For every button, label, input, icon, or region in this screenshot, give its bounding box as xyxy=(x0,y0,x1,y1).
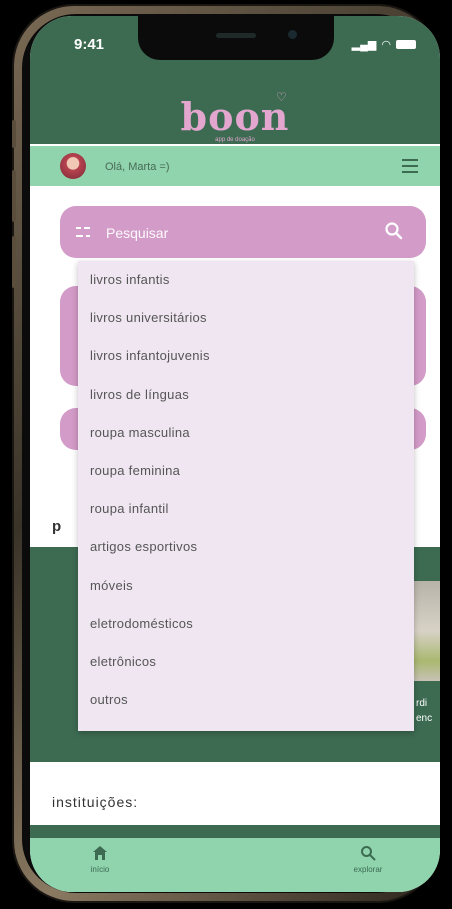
nav-explore[interactable]: explorar xyxy=(338,844,398,874)
suggestion-item[interactable]: roupa masculina xyxy=(78,414,414,452)
speaker xyxy=(216,33,256,38)
status-time: 9:41 xyxy=(74,36,105,53)
wifi-icon: ◠ xyxy=(381,39,391,51)
institutions-band xyxy=(30,825,440,838)
status-icons: ▂▄▆ ◠ xyxy=(352,38,416,51)
featured-photo-caption-1: rdi xyxy=(416,698,428,709)
institutions-title: instituições: xyxy=(52,794,139,810)
avatar[interactable] xyxy=(60,153,86,179)
side-button-mute xyxy=(12,120,16,148)
featured-photo-caption-2: enc xyxy=(416,713,433,724)
search-input[interactable] xyxy=(104,220,368,246)
battery-icon xyxy=(396,40,416,49)
search-suggestions-dropdown: livros infantis livros universitários li… xyxy=(78,261,414,731)
camera xyxy=(288,30,297,39)
suggestion-item[interactable]: eletrônicos xyxy=(78,643,414,681)
nav-home-label: início xyxy=(90,865,110,874)
section-title-partial: p xyxy=(52,518,62,535)
nav-home[interactable]: início xyxy=(70,844,130,874)
notch xyxy=(138,16,334,60)
suggestion-item[interactable]: outros xyxy=(78,681,414,719)
app-screen: 9:41 ▂▄▆ ◠ ♡ boon app de doação Olá, Mar… xyxy=(30,16,440,892)
featured-photo[interactable] xyxy=(414,581,440,681)
suggestion-item[interactable]: livros infantis xyxy=(78,261,414,299)
nav-explore-label: explorar xyxy=(353,865,383,874)
greeting-bar xyxy=(30,146,440,186)
suggestion-item[interactable]: artigos esportivos xyxy=(78,528,414,566)
greeting-text: Olá, Marta =) xyxy=(105,161,170,173)
suggestion-item[interactable]: livros universitários xyxy=(78,299,414,337)
suggestion-item[interactable]: livros infantojuvenis xyxy=(78,337,414,375)
suggestion-item[interactable]: roupa feminina xyxy=(78,452,414,490)
search-icon[interactable] xyxy=(384,221,404,241)
home-icon xyxy=(93,846,107,860)
search-icon xyxy=(361,846,376,861)
side-button-volume-up xyxy=(12,170,16,222)
app-logo: boon xyxy=(180,94,290,139)
app-logo-subtitle: app de doação xyxy=(215,137,255,143)
side-button-volume-down xyxy=(12,236,16,288)
suggestion-item[interactable]: livros de línguas xyxy=(78,376,414,414)
filter-icon[interactable] xyxy=(76,225,90,239)
suggestion-item[interactable]: roupa infantil xyxy=(78,490,414,528)
signal-icon: ▂▄▆ xyxy=(351,39,377,51)
hamburger-menu-icon[interactable] xyxy=(402,159,418,177)
suggestion-item[interactable]: eletrodomésticos xyxy=(78,605,414,643)
suggestion-item[interactable]: móveis xyxy=(78,567,414,605)
